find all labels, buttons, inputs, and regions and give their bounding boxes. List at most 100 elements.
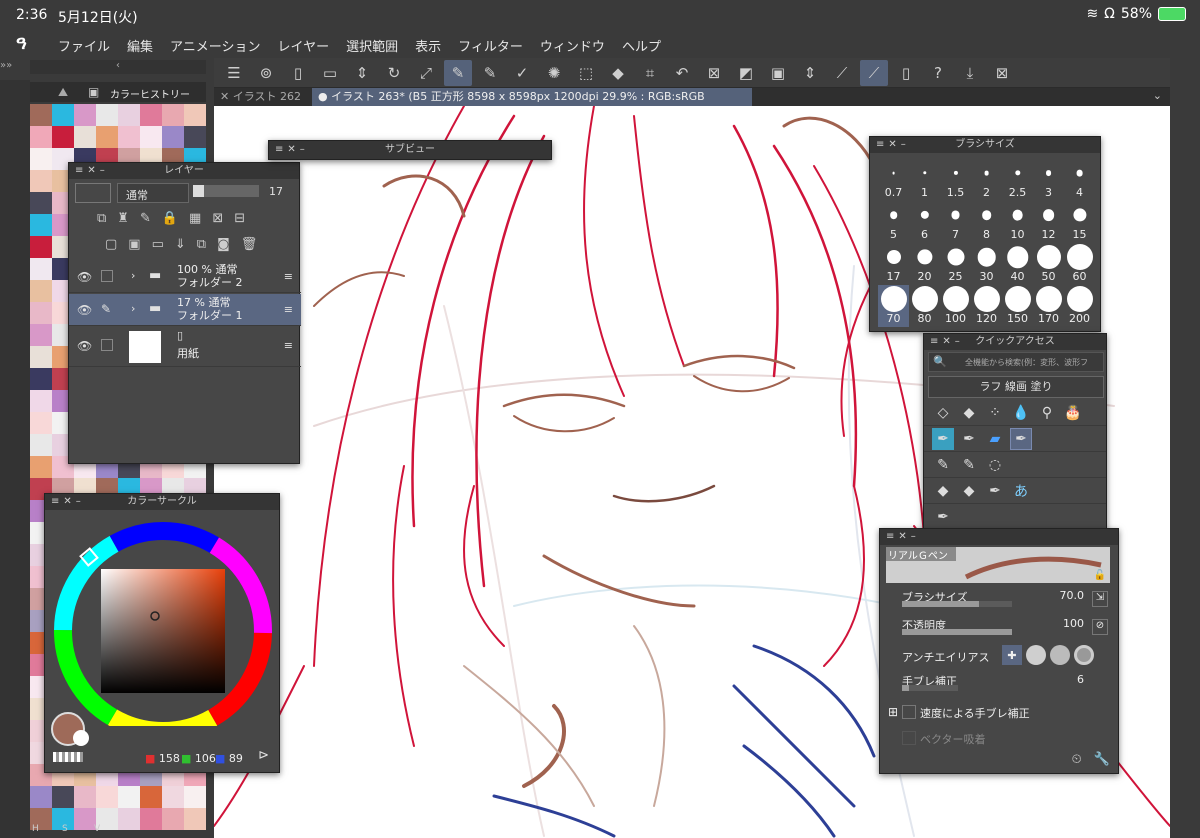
color-swatch[interactable]	[30, 258, 52, 280]
panel-controls-icon[interactable]: ≡✕–	[886, 529, 920, 545]
color-swatch[interactable]	[184, 126, 206, 148]
brush-size-option[interactable]: 10	[1002, 201, 1033, 243]
new-vector-layer-icon[interactable]: ▣	[128, 237, 140, 252]
panel-controls-icon[interactable]: ≡✕–	[75, 163, 109, 179]
color-swatch[interactable]	[30, 456, 52, 478]
color-swatch[interactable]	[184, 786, 206, 808]
app-logo-icon[interactable]: ዓ	[16, 33, 38, 55]
plus-icon[interactable]: ⊞	[888, 705, 898, 719]
color-swatch[interactable]	[74, 126, 96, 148]
brush-size-option[interactable]: 200	[1064, 285, 1095, 327]
color-swatch[interactable]	[30, 346, 52, 368]
color-swatch[interactable]	[30, 236, 52, 258]
menu-edit[interactable]: 編集	[127, 36, 153, 55]
ruler-icon[interactable]: ⟋	[828, 60, 856, 86]
color-swatch[interactable]	[52, 104, 74, 126]
pressure2-icon[interactable]: ⊘	[1092, 619, 1108, 635]
color-swatch[interactable]	[30, 390, 52, 412]
fill-pen-icon[interactable]: ✒	[984, 480, 1006, 502]
help-icon[interactable]: ?	[924, 60, 952, 86]
updown2-icon[interactable]: ⇕	[796, 60, 824, 86]
open-folder-icon[interactable]: ▭	[316, 60, 344, 86]
color-swatch[interactable]	[30, 192, 52, 214]
panel-controls-icon[interactable]: ≡✕–	[275, 141, 309, 159]
fill-icon[interactable]: ◆	[604, 60, 632, 86]
spinner-icon[interactable]: ✺	[540, 60, 568, 86]
blend-mode-select[interactable]: 通常	[117, 183, 189, 203]
brush-size-option[interactable]: 170	[1033, 285, 1064, 327]
brush-size-option[interactable]: 15	[1064, 201, 1095, 243]
color-swatch[interactable]	[74, 104, 96, 126]
pen-settings-icon[interactable]: ✎	[476, 60, 504, 86]
brush-size-option[interactable]: 8	[971, 201, 1002, 243]
brush-size-option[interactable]: 30	[971, 243, 1002, 285]
selection-border-icon[interactable]: ▣	[764, 60, 792, 86]
tab-illust-262[interactable]: ✕ イラスト 262	[214, 88, 310, 106]
reference-icon[interactable]: ♜	[117, 211, 129, 226]
pen-active-icon[interactable]: ✎	[444, 59, 472, 86]
color-wheel[interactable]	[45, 516, 281, 726]
filmstrip-icon[interactable]: ▣	[88, 85, 99, 99]
dot-eraser-icon[interactable]: ⁘	[984, 402, 1006, 424]
stabilization-slider[interactable]	[902, 685, 958, 691]
clip-icon[interactable]: ⊠	[212, 211, 223, 226]
close-icon[interactable]: ✕	[220, 90, 233, 103]
real-gpen-icon[interactable]: ✒	[1010, 427, 1032, 450]
secondary-color-swatch[interactable]	[73, 730, 89, 746]
merge-icon[interactable]: ⧉	[197, 237, 206, 252]
brush-size-option[interactable]: 2.5	[1002, 159, 1033, 201]
prop-brush-size[interactable]: ブラシサイズ 70.0 ⇲	[888, 587, 1108, 617]
menu-filter[interactable]: フィルター	[458, 36, 523, 55]
panel-controls-icon[interactable]: ≡✕–	[876, 137, 910, 153]
brush-size-option[interactable]: 7	[940, 201, 971, 243]
cake-icon[interactable]: 🎂	[1062, 402, 1084, 424]
history-icon[interactable]: ⏲	[1072, 752, 1082, 767]
brush-size-option[interactable]: 100	[940, 285, 971, 327]
color-swatch[interactable]	[96, 104, 118, 126]
lasso-icon[interactable]: ◌	[984, 454, 1006, 476]
drops-icon[interactable]: 💧	[1010, 402, 1032, 424]
select-area-icon[interactable]: ⬚	[572, 60, 600, 86]
dock-arrow-icon[interactable]: ‹	[30, 60, 206, 74]
brush-size-option[interactable]: 17	[878, 243, 909, 285]
brush-size-option[interactable]: 1.5	[940, 159, 971, 201]
prop-antialias[interactable]: アンチエイリアス ✚	[888, 643, 1108, 673]
color-swatch[interactable]	[184, 104, 206, 126]
color-swatch[interactable]	[30, 280, 52, 302]
opacity-slider[interactable]	[902, 629, 1012, 635]
new-file-icon[interactable]: ▯	[284, 60, 312, 86]
brush-size-option[interactable]: 70	[878, 285, 909, 327]
prop-stabilization[interactable]: 手ブレ補正 6	[888, 671, 1108, 701]
undo-icon[interactable]: ↶	[668, 60, 696, 86]
brush-size-option[interactable]: 25	[940, 243, 971, 285]
text-a-icon[interactable]: あ	[1010, 480, 1032, 502]
soft-eraser-icon[interactable]: ◆	[958, 402, 980, 424]
drag-handle-icon[interactable]: ≡	[284, 303, 293, 316]
layer-checkbox[interactable]	[101, 270, 113, 282]
transfer-down-icon[interactable]: ⇓	[175, 237, 186, 252]
export-icon[interactable]: ⤓	[956, 60, 984, 86]
clip2-icon[interactable]: ⊟	[234, 211, 245, 226]
menu-selection[interactable]: 選択範囲	[346, 36, 398, 55]
chevron-right-icon[interactable]: ›	[131, 302, 135, 315]
color-swatch[interactable]	[30, 434, 52, 456]
ruler-snap-icon[interactable]: ⟋	[860, 59, 888, 86]
gpen-icon[interactable]: ✒	[932, 427, 954, 450]
fill-tool-icon[interactable]: ◆	[932, 480, 954, 502]
eyedropper-icon[interactable]: ⚲	[1036, 402, 1058, 424]
brush-size-option[interactable]: 60	[1064, 243, 1095, 285]
antialias-strong-icon[interactable]	[1074, 645, 1094, 665]
set-select[interactable]: ラフ 線画 塗り	[928, 376, 1104, 398]
pencil2-icon[interactable]: ✎	[958, 454, 980, 476]
color-swatch[interactable]	[118, 126, 140, 148]
eraser-icon[interactable]: ◇	[932, 402, 954, 424]
invert-selection-icon[interactable]: ◩	[732, 60, 760, 86]
menu-animation[interactable]: アニメーション	[170, 36, 260, 55]
pencil-icon[interactable]: ✎	[932, 454, 954, 476]
color-swatch[interactable]	[30, 148, 52, 170]
layer-row-folder2[interactable]: 👁 › ▬ 100 % 通常 フォルダー 2 ≡	[69, 261, 301, 293]
color-swatch[interactable]	[30, 170, 52, 192]
color-swatch[interactable]	[118, 786, 140, 808]
color-swatch[interactable]	[52, 126, 74, 148]
brush-size-option[interactable]: 4	[1064, 159, 1095, 201]
